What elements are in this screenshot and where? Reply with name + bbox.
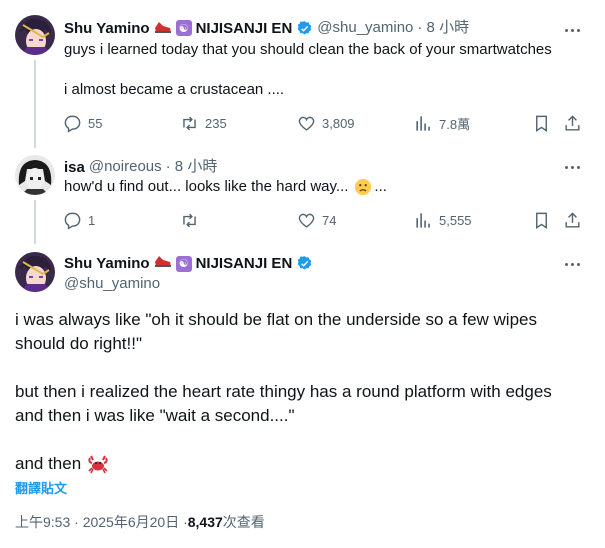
timestamp[interactable]: · 8 小時	[417, 18, 469, 38]
verified-badge-icon	[297, 256, 312, 270]
reply-icon	[64, 212, 81, 230]
views-icon	[416, 213, 430, 228]
tweet2-text-body: how'd u find out... looks like the hard …	[64, 178, 349, 195]
avatar-isa[interactable]	[15, 155, 55, 195]
share-icon	[565, 212, 580, 228]
tweet2-text: how'd u find out... looks like the hard …	[64, 177, 387, 197]
display-name-org: NIJISANJI EN	[195, 255, 293, 272]
like-count: 74	[322, 213, 337, 228]
more-options-icon[interactable]	[562, 20, 582, 40]
view-label: 次查看	[222, 514, 265, 530]
handle[interactable]: @shu_yamino	[317, 18, 413, 38]
worried-face-emoji-icon	[355, 178, 372, 196]
translate-post-link[interactable]: 翻譯貼文	[15, 478, 67, 497]
display-name[interactable]: Shu Yamino	[64, 20, 150, 37]
more-options-icon[interactable]	[562, 157, 582, 177]
tweet3-text-p1a: i was always like "oh it should be flat …	[15, 310, 537, 329]
more-options-icon[interactable]	[562, 254, 582, 274]
yin-yang-emoji-icon: ☯	[175, 255, 192, 272]
reply-count: 55	[88, 116, 103, 131]
shoe-emoji-icon	[154, 254, 172, 273]
views-button[interactable]: 7.8萬	[414, 114, 470, 133]
views-count: 7.8萬	[439, 117, 471, 132]
like-button[interactable]: 74	[297, 211, 336, 230]
bookmark-button[interactable]	[532, 211, 557, 230]
handle[interactable]: @noireous	[89, 157, 162, 177]
reply-button[interactable]: 55	[63, 114, 102, 133]
display-name-org: NIJISANJI EN	[195, 19, 293, 37]
share-button[interactable]	[563, 211, 588, 230]
yin-yang-emoji-icon: ☯	[175, 20, 192, 36]
tweet3-text-p3-body: and then	[15, 454, 82, 473]
views-button[interactable]: 5,555	[414, 211, 472, 230]
reply-icon	[64, 115, 81, 133]
tweet1-header: Shu Yamino ☯ NIJISANJI EN @shu_yamino · …	[64, 18, 469, 38]
heart-icon	[298, 116, 315, 131]
timestamp[interactable]: · 8 小時	[166, 157, 218, 177]
heart-icon	[298, 213, 315, 228]
bookmark-icon	[536, 115, 547, 132]
tweet-timestamp[interactable]: 上午9:53 · 2025年6月20日 ·	[15, 512, 188, 532]
retweet-icon	[183, 213, 196, 228]
retweet-count: 235	[205, 116, 227, 131]
tweet2-header: isa @noireous · 8 小時	[64, 157, 217, 177]
like-button[interactable]: 3,809	[297, 114, 355, 133]
share-icon	[565, 115, 580, 131]
display-name[interactable]: isa	[64, 159, 85, 176]
bookmark-icon	[536, 212, 547, 229]
bookmark-button[interactable]	[532, 114, 557, 133]
like-count: 3,809	[322, 116, 355, 131]
avatar-shu-yamino[interactable]	[15, 252, 55, 292]
tweet3-meta: 上午9:53 · 2025年6月20日 · 8,437 次查看	[15, 512, 265, 532]
tweet3-text-p3: and then	[15, 452, 109, 476]
views-count: 5,555	[439, 213, 472, 228]
tweet3-text-p2b: and then i was like "wait a second...."	[15, 406, 295, 425]
view-count: 8,437	[187, 514, 223, 530]
reply-button[interactable]: 1	[63, 211, 95, 230]
retweet-icon	[183, 116, 196, 131]
tweet3-header: Shu Yamino ☯ NIJISANJI EN	[64, 254, 313, 273]
handle[interactable]: @shu_yamino	[64, 274, 160, 294]
thread-line	[34, 200, 36, 244]
tweet3-text-p2a: but then i realized the heart rate thing…	[15, 382, 552, 401]
tweet3-text-p1b: should do right!!"	[15, 334, 143, 353]
share-button[interactable]	[563, 114, 588, 133]
views-icon	[416, 116, 430, 131]
tweet1-text-line2: i almost became a crustacean ....	[64, 81, 285, 98]
display-name[interactable]: Shu Yamino	[64, 255, 150, 272]
shoe-emoji-icon	[154, 20, 172, 37]
crab-emoji-icon	[88, 455, 108, 474]
verified-badge-icon	[297, 20, 312, 35]
tweet2-text-end: ...	[374, 178, 387, 195]
thread-line	[34, 60, 36, 148]
reply-count: 1	[88, 213, 96, 228]
retweet-button[interactable]	[180, 211, 205, 230]
avatar-shu-yamino[interactable]	[15, 15, 55, 55]
retweet-button[interactable]: 235	[180, 114, 227, 133]
tweet1-text-line1: guys i learned today that you should cle…	[64, 41, 552, 58]
